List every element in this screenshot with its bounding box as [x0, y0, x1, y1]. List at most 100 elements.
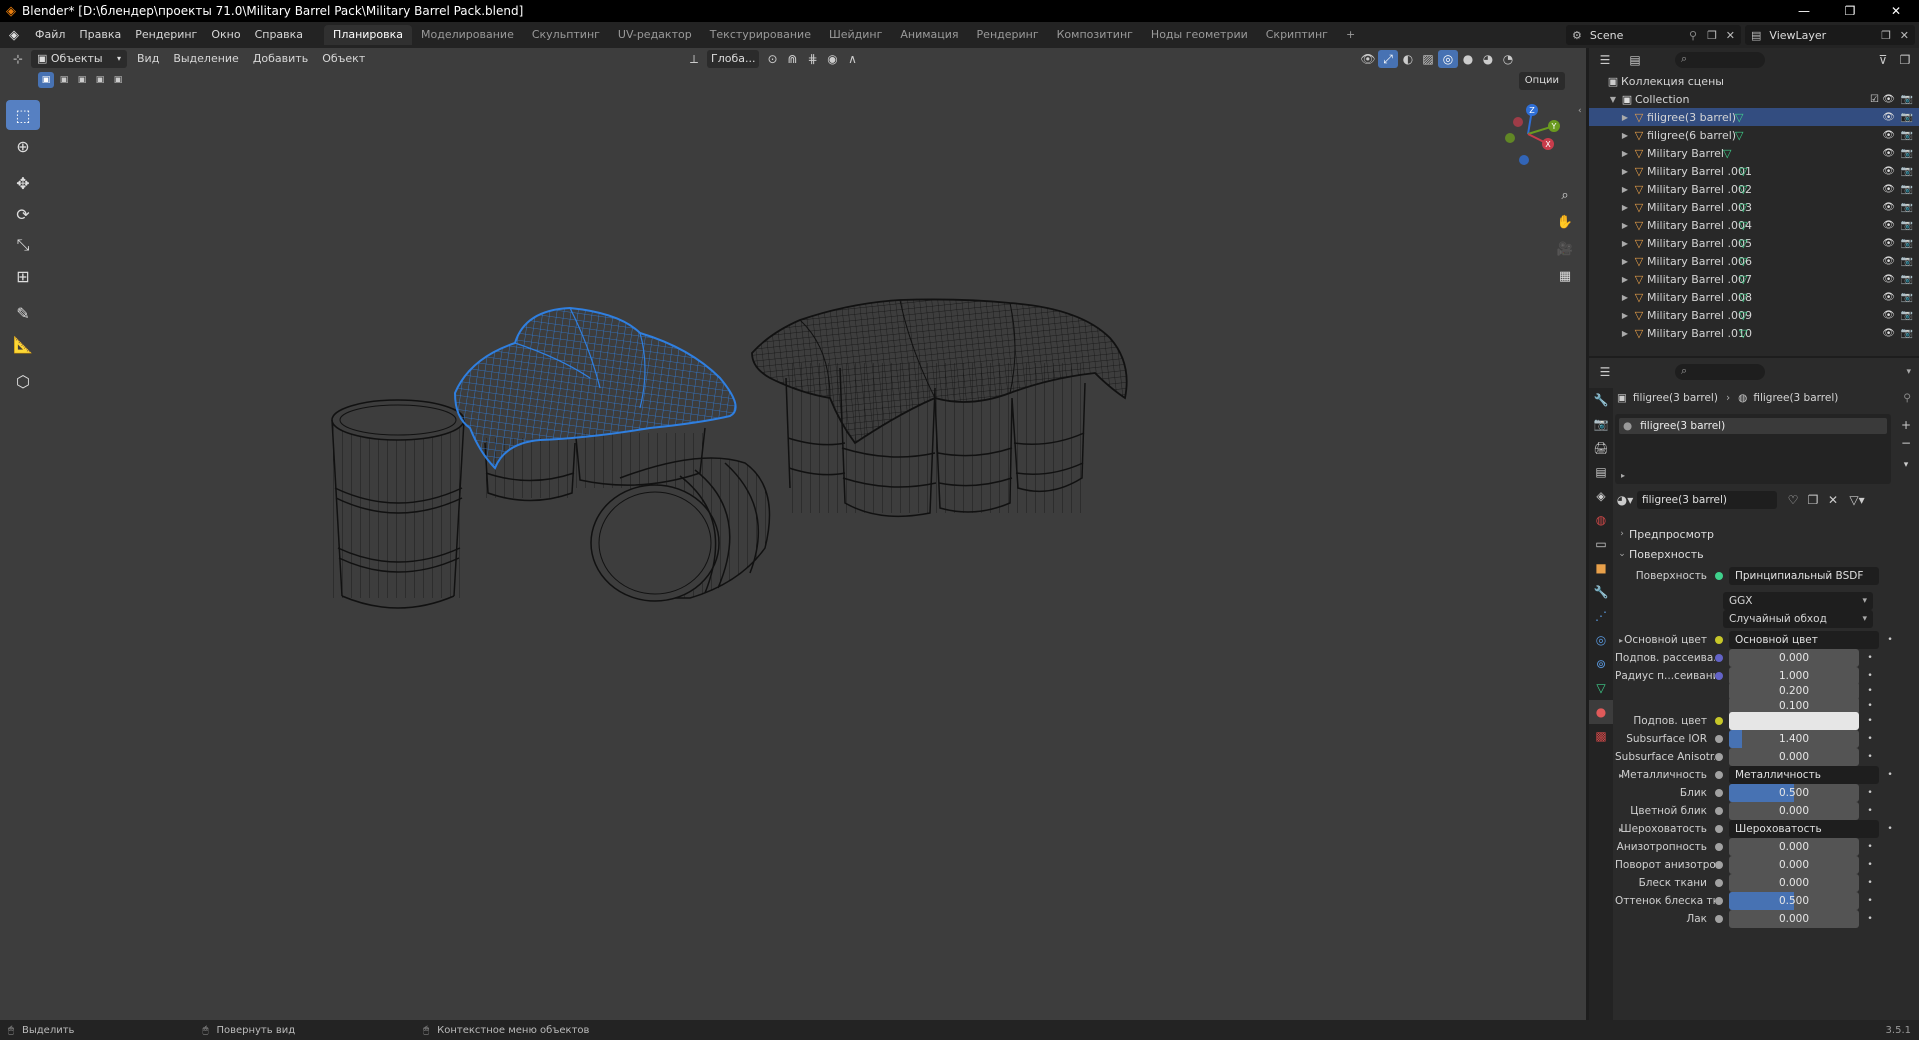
keyframe-dot-icon[interactable]: • — [1865, 914, 1875, 924]
tab-modeling[interactable]: Моделирование — [412, 25, 523, 45]
mesh-data-icon[interactable]: ▽ — [1739, 309, 1747, 322]
keyframe-dot-icon[interactable]: • — [1865, 686, 1875, 696]
tab-animation[interactable]: Анимация — [891, 25, 967, 45]
number-field[interactable]: 0.500 — [1729, 892, 1859, 910]
pin-icon[interactable]: ⚲ — [1903, 392, 1911, 404]
checkbox-icon[interactable]: ☑ — [1870, 94, 1879, 105]
mesh-data-icon[interactable]: ▽ — [1739, 237, 1747, 250]
eye-icon[interactable]: 👁 — [1882, 202, 1895, 213]
chevron-right-icon[interactable]: ▶ — [1619, 257, 1631, 266]
number-field[interactable]: 0.000 — [1729, 838, 1859, 856]
blender-menu-icon[interactable]: ◈ — [0, 28, 28, 43]
socket-dot-icon[interactable] — [1715, 654, 1723, 662]
keyframe-dot-icon[interactable]: • — [1865, 878, 1875, 888]
socket-dot-icon[interactable] — [1715, 687, 1723, 695]
chevron-right-icon[interactable]: ▶ — [1619, 293, 1631, 302]
camera-icon[interactable]: 📷 — [1901, 184, 1913, 195]
socket-dot-icon[interactable] — [1715, 636, 1723, 644]
menu-help[interactable]: Справка — [248, 22, 310, 48]
chevron-down-icon[interactable]: ▾ — [1897, 456, 1915, 474]
barrel-standing-left[interactable] — [331, 399, 465, 609]
camera-icon[interactable]: 📷 — [1901, 256, 1913, 267]
keyframe-dot-icon[interactable]: • — [1885, 770, 1895, 780]
camera-icon[interactable]: 📷 — [1901, 238, 1913, 249]
socket-dot-icon[interactable] — [1715, 861, 1723, 869]
new-collection-icon[interactable]: ❐ — [1895, 51, 1915, 69]
unlink-material-icon[interactable]: ✕ — [1823, 491, 1843, 509]
minimize-icon[interactable]: — — [1781, 0, 1827, 22]
subsurface-method-dropdown[interactable]: Случайный обход ▾ — [1723, 610, 1873, 628]
chevron-right-icon[interactable]: ▶ — [1619, 149, 1631, 158]
outliner-object-row[interactable]: ▶ ▽ Military Barrel .003 ▽ 👁 📷 — [1589, 198, 1919, 216]
chevron-right-icon[interactable]: ▶ — [1619, 221, 1631, 230]
tool-tab-icon[interactable]: 🔧 — [1589, 388, 1613, 412]
eye-icon[interactable]: 👁 — [1882, 220, 1895, 231]
camera-icon[interactable]: 📷 — [1901, 220, 1913, 231]
chevron-right-icon[interactable]: ▶ — [1619, 113, 1631, 122]
tab-texture-paint[interactable]: Текстурирование — [701, 25, 820, 45]
3d-viewport[interactable]: ⊹ ▣ Объекты ▾ Вид Выделение Добавить Объ… — [0, 48, 1586, 1020]
tab-layout[interactable]: Планировка — [324, 25, 413, 45]
viewlayer-selector[interactable]: ▤ ViewLayer ❐ ✕ — [1745, 25, 1915, 45]
mesh-data-icon[interactable]: ▽ — [1735, 129, 1743, 142]
chevron-right-icon[interactable]: ▸ — [1619, 825, 1623, 834]
socket-dot-icon[interactable] — [1715, 879, 1723, 887]
tab-shading[interactable]: Шейдинг — [820, 25, 891, 45]
camera-icon[interactable]: 📷 — [1901, 148, 1913, 159]
chevron-right-icon[interactable]: ▸ — [1619, 771, 1623, 780]
eye-icon[interactable]: 👁 — [1882, 184, 1895, 195]
eye-icon[interactable]: 👁 — [1882, 94, 1895, 105]
keyframe-dot-icon[interactable]: • — [1865, 752, 1875, 762]
chevron-right-icon[interactable]: ▸ — [1621, 471, 1625, 480]
chevron-right-icon[interactable]: ▸ — [1619, 636, 1623, 645]
eye-icon[interactable]: 👁 — [1882, 112, 1895, 123]
number-field[interactable]: 0.500 — [1729, 784, 1859, 802]
keyframe-dot-icon[interactable]: • — [1865, 842, 1875, 852]
render-tab-icon[interactable]: 📷 — [1589, 412, 1613, 436]
menu-edit[interactable]: Правка — [72, 22, 128, 48]
mesh-data-icon[interactable]: ▽ — [1739, 273, 1747, 286]
outliner-object-row[interactable]: ▶ ▽ Military Barrel .007 ▽ 👁 📷 — [1589, 270, 1919, 288]
chevron-right-icon[interactable]: ▶ — [1619, 167, 1631, 176]
socket-dot-icon[interactable] — [1715, 735, 1723, 743]
socket-dot-icon[interactable] — [1715, 672, 1723, 680]
eye-icon[interactable]: 👁 — [1882, 166, 1895, 177]
tab-scripting[interactable]: Скриптинг — [1257, 25, 1337, 45]
socket-dot-icon[interactable] — [1715, 717, 1723, 725]
material-tab-icon[interactable]: ● — [1589, 700, 1613, 724]
socket-dot-icon[interactable] — [1715, 897, 1723, 905]
tab-rendering[interactable]: Рендеринг — [968, 25, 1048, 45]
outliner-object-row[interactable]: ▶ ▽ filigree(6 barrel) ▽ 👁 📷 — [1589, 126, 1919, 144]
panel-surface[interactable]: ⌄ Поверхность — [1615, 544, 1915, 564]
socket-dot-icon[interactable] — [1715, 825, 1723, 833]
keyframe-dot-icon[interactable]: • — [1885, 824, 1895, 834]
outliner-object-row[interactable]: ▶ ▽ Military Barrel .004 ▽ 👁 📷 — [1589, 216, 1919, 234]
number-field[interactable]: 0.000 — [1729, 856, 1859, 874]
add-slot-icon[interactable]: + — [1897, 416, 1915, 434]
modifier-tab-icon[interactable]: 🔧 — [1589, 580, 1613, 604]
number-field[interactable]: 0.000 — [1729, 802, 1859, 820]
eye-icon[interactable]: 👁 — [1882, 148, 1895, 159]
camera-icon[interactable]: 📷 — [1901, 328, 1913, 339]
eye-icon[interactable]: 👁 — [1882, 292, 1895, 303]
outliner-object-row[interactable]: ▶ ▽ Military Barrel .006 ▽ 👁 📷 — [1589, 252, 1919, 270]
filter-icon[interactable]: ⊽ — [1873, 51, 1893, 69]
panel-preview[interactable]: › Предпросмотр — [1615, 524, 1915, 544]
outliner-search-input[interactable]: ⌕ — [1675, 52, 1765, 68]
chevron-right-icon[interactable]: ▶ — [1619, 329, 1631, 338]
camera-icon[interactable]: 📷 — [1901, 274, 1913, 285]
tab-uv-editing[interactable]: UV-редактор — [609, 25, 701, 45]
world-tab-icon[interactable]: ◍ — [1589, 508, 1613, 532]
keyframe-dot-icon[interactable]: • — [1865, 671, 1875, 681]
physics-tab-icon[interactable]: ◎ — [1589, 628, 1613, 652]
menu-file[interactable]: Файл — [28, 22, 72, 48]
chevron-right-icon[interactable]: ▶ — [1619, 311, 1631, 320]
outliner-object-row[interactable]: ▶ ▽ Military Barrel ▽ 👁 📷 — [1589, 144, 1919, 162]
material-slot-list[interactable]: ● filigree(3 barrel) ▸ — [1615, 414, 1891, 484]
keyframe-dot-icon[interactable]: • — [1865, 653, 1875, 663]
number-field[interactable]: 0.000 — [1729, 649, 1859, 667]
chevron-right-icon[interactable]: ▶ — [1619, 239, 1631, 248]
eye-icon[interactable]: 👁 — [1882, 238, 1895, 249]
fake-user-icon[interactable]: ♡ — [1783, 491, 1803, 509]
chevron-right-icon[interactable]: ▶ — [1619, 203, 1631, 212]
